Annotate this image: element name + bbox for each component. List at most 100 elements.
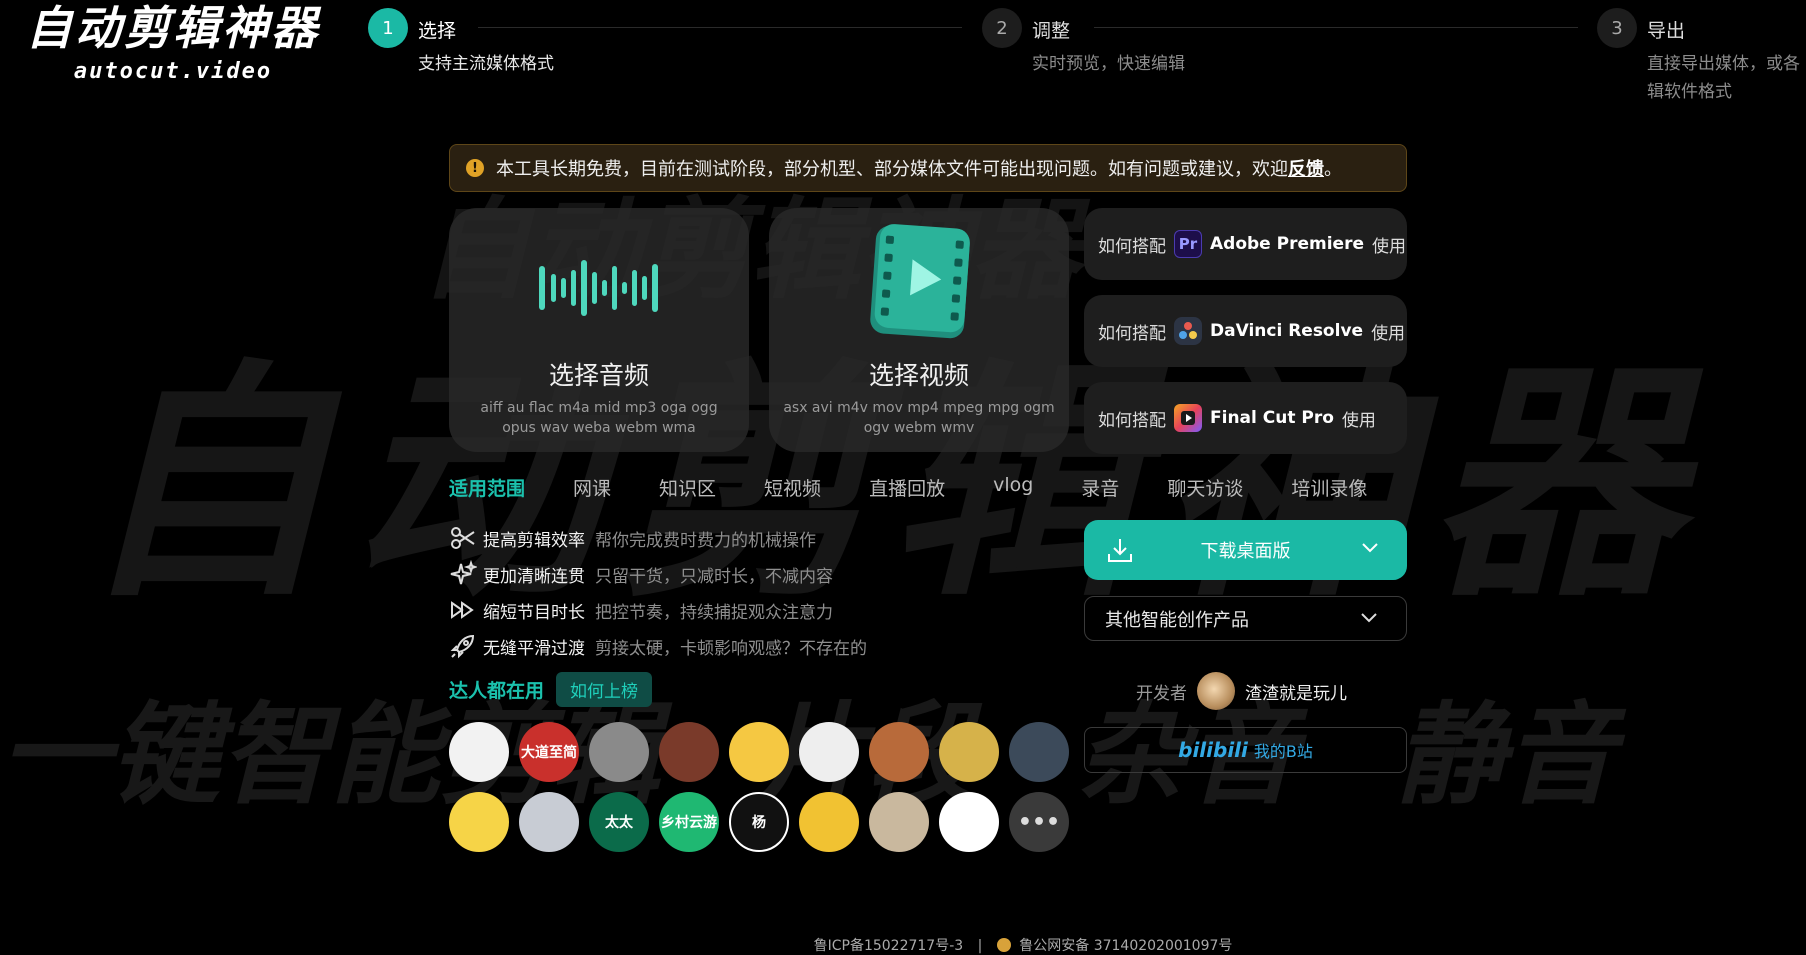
- logo-title: 自动剪辑神器: [26, 1, 320, 55]
- download-icon: [1108, 539, 1132, 562]
- users-title: 达人都在用: [449, 680, 545, 702]
- howto-prefix: 如何搭配: [1098, 236, 1166, 257]
- download-label: 下载桌面版: [1200, 541, 1291, 562]
- developer-label: 开发者: [1136, 683, 1187, 704]
- scissors-icon: [451, 527, 475, 549]
- video-film-icon: [870, 224, 970, 339]
- user-avatar[interactable]: [449, 722, 509, 782]
- card-title: 选择音频: [548, 361, 649, 390]
- user-avatar[interactable]: [799, 792, 859, 852]
- feature-item: 更加清晰连贯 只留干货，只减时长，不减内容: [449, 556, 867, 592]
- step-number: 1: [368, 8, 408, 48]
- feature-list: 提高剪辑效率 帮你完成费时费力的机械操作 更加清晰连贯 只留干货，只减时长，不减…: [449, 520, 867, 664]
- card-formats: aiff au flac m4a mid mp3 oga ogg opus wa…: [480, 400, 718, 436]
- step-connector: [1094, 27, 1578, 28]
- user-avatar[interactable]: 杨: [729, 792, 789, 852]
- footer: 鲁ICP备15022717号-3 | 鲁公网安备 37140202001097号: [0, 935, 1806, 955]
- tab-vlog[interactable]: vlog: [993, 474, 1033, 501]
- user-avatar[interactable]: [869, 722, 929, 782]
- step-connector: [478, 27, 962, 28]
- feature-description: 只留干货，只减时长，不减内容: [595, 566, 833, 587]
- tab-online-course[interactable]: 网课: [573, 474, 611, 501]
- police-record-link[interactable]: 鲁公网安备 37140202001097号: [1019, 938, 1232, 954]
- tab-short-video[interactable]: 短视频: [764, 474, 821, 501]
- step-title: 选择: [418, 20, 457, 42]
- more-users-button[interactable]: •••: [1009, 792, 1069, 852]
- sparkle-icon: [450, 560, 477, 585]
- step-title: 导出: [1647, 20, 1686, 42]
- user-avatar[interactable]: [589, 722, 649, 782]
- step-number: 2: [982, 8, 1022, 48]
- user-avatar[interactable]: [799, 722, 859, 782]
- developer-name: 渣渣就是玩儿: [1245, 683, 1347, 704]
- chevron-down-icon: [1362, 543, 1378, 553]
- user-avatar[interactable]: [939, 722, 999, 782]
- bilibili-link[interactable]: bilibili 我的B站: [1084, 727, 1407, 773]
- user-avatar[interactable]: [939, 792, 999, 852]
- feature-item: 缩短节目时长 把控节奏，持续捕捉观众注意力: [449, 592, 867, 628]
- feature-description: 帮你完成费时费力的机械操作: [595, 530, 816, 551]
- howto-app-name: Final Cut Pro: [1210, 408, 1334, 428]
- howto-davinci-button[interactable]: 如何搭配 DaVinci Resolve 使用: [1084, 295, 1407, 367]
- chevron-down-icon: [1361, 613, 1377, 623]
- icp-link[interactable]: 鲁ICP备15022717号-3: [814, 938, 964, 954]
- howto-suffix: 使用: [1371, 323, 1406, 344]
- select-audio-card[interactable]: 选择音频 aiff au flac m4a mid mp3 oga ogg op…: [449, 208, 749, 452]
- fast-forward-icon: [451, 601, 474, 619]
- warning-icon: !: [466, 159, 484, 177]
- feedback-link[interactable]: 反馈: [1288, 155, 1324, 181]
- premiere-icon: Pr: [1174, 230, 1202, 258]
- developer-info[interactable]: 开发者 渣渣就是玩儿: [1136, 672, 1347, 710]
- tab-interview[interactable]: 聊天访谈: [1167, 474, 1243, 501]
- logo[interactable]: 自动剪辑神器 autocut.video: [8, 2, 338, 84]
- bilibili-logo: bilibili: [1178, 738, 1248, 762]
- user-avatar[interactable]: 太太: [589, 792, 649, 852]
- feature-title: 提高剪辑效率: [483, 530, 585, 551]
- user-avatar[interactable]: [519, 792, 579, 852]
- police-badge-icon: [996, 938, 1011, 952]
- users-header: 达人都在用 如何上榜: [449, 672, 653, 707]
- howto-finalcut-button[interactable]: 如何搭配 Final Cut Pro 使用: [1084, 382, 1407, 454]
- rocket-icon: [450, 634, 475, 659]
- tab-training[interactable]: 培训录像: [1291, 474, 1367, 501]
- feature-item: 提高剪辑效率 帮你完成费时费力的机械操作: [449, 520, 867, 556]
- howto-prefix: 如何搭配: [1098, 323, 1166, 344]
- user-avatar[interactable]: [659, 722, 719, 782]
- scope-tabs: 适用范围 网课 知识区 短视频 直播回放 vlog 录音 聊天访谈 培训录像: [449, 474, 1415, 501]
- card-title: 选择视频: [868, 361, 969, 390]
- user-avatar[interactable]: 大道至简: [519, 722, 579, 782]
- avatar: [1197, 672, 1235, 710]
- finalcut-icon: [1174, 404, 1202, 432]
- feature-title: 缩短节目时长: [483, 602, 585, 623]
- card-formats: asx avi m4v mov mp4 mpeg mpg ogm ogv web…: [783, 400, 1055, 436]
- other-products-dropdown[interactable]: 其他智能创作产品: [1084, 596, 1407, 641]
- howto-suffix: 使用: [1371, 236, 1406, 257]
- select-video-card[interactable]: 选择视频 asx avi m4v mov mp4 mpeg mpg ogm og…: [769, 208, 1069, 452]
- step-number: 3: [1597, 8, 1637, 48]
- how-to-rank-button[interactable]: 如何上榜: [556, 672, 653, 707]
- feature-title: 更加清晰连贯: [483, 566, 585, 587]
- user-avatar[interactable]: [449, 792, 509, 852]
- other-products-label: 其他智能创作产品: [1105, 609, 1249, 631]
- audio-waveform-icon: [539, 260, 658, 316]
- user-avatar[interactable]: [1009, 722, 1069, 782]
- tab-live-replay[interactable]: 直播回放: [869, 474, 945, 501]
- tab-scope[interactable]: 适用范围: [449, 474, 525, 501]
- notice-text: 本工具长期免费，目前在测试阶段，部分机型、部分媒体文件可能出现问题。如有问题或建…: [496, 159, 1288, 180]
- user-avatar[interactable]: [729, 722, 789, 782]
- howto-premiere-button[interactable]: 如何搭配 Pr Adobe Premiere 使用: [1084, 208, 1407, 280]
- tab-knowledge[interactable]: 知识区: [659, 474, 716, 501]
- user-avatar[interactable]: [869, 792, 929, 852]
- feature-description: 剪接太硬，卡顿影响观感？不存在的: [595, 638, 867, 659]
- download-desktop-button[interactable]: 下载桌面版: [1084, 520, 1407, 580]
- footer-separator: |: [977, 938, 983, 954]
- feature-item: 无缝平滑过渡 剪接太硬，卡顿影响观感？不存在的: [449, 628, 867, 664]
- step-description: 直接导出媒体，或各辑软件格式: [1647, 54, 1800, 102]
- tab-recording[interactable]: 录音: [1081, 474, 1119, 501]
- user-avatar[interactable]: 乡村云游: [659, 792, 719, 852]
- bilibili-label: 我的B站: [1253, 742, 1313, 761]
- notice-banner: ! 本工具长期免费，目前在测试阶段，部分机型、部分媒体文件可能出现问题。如有问题…: [449, 144, 1407, 192]
- howto-suffix: 使用: [1341, 410, 1376, 431]
- step-title: 调整: [1032, 20, 1071, 42]
- howto-prefix: 如何搭配: [1098, 410, 1166, 431]
